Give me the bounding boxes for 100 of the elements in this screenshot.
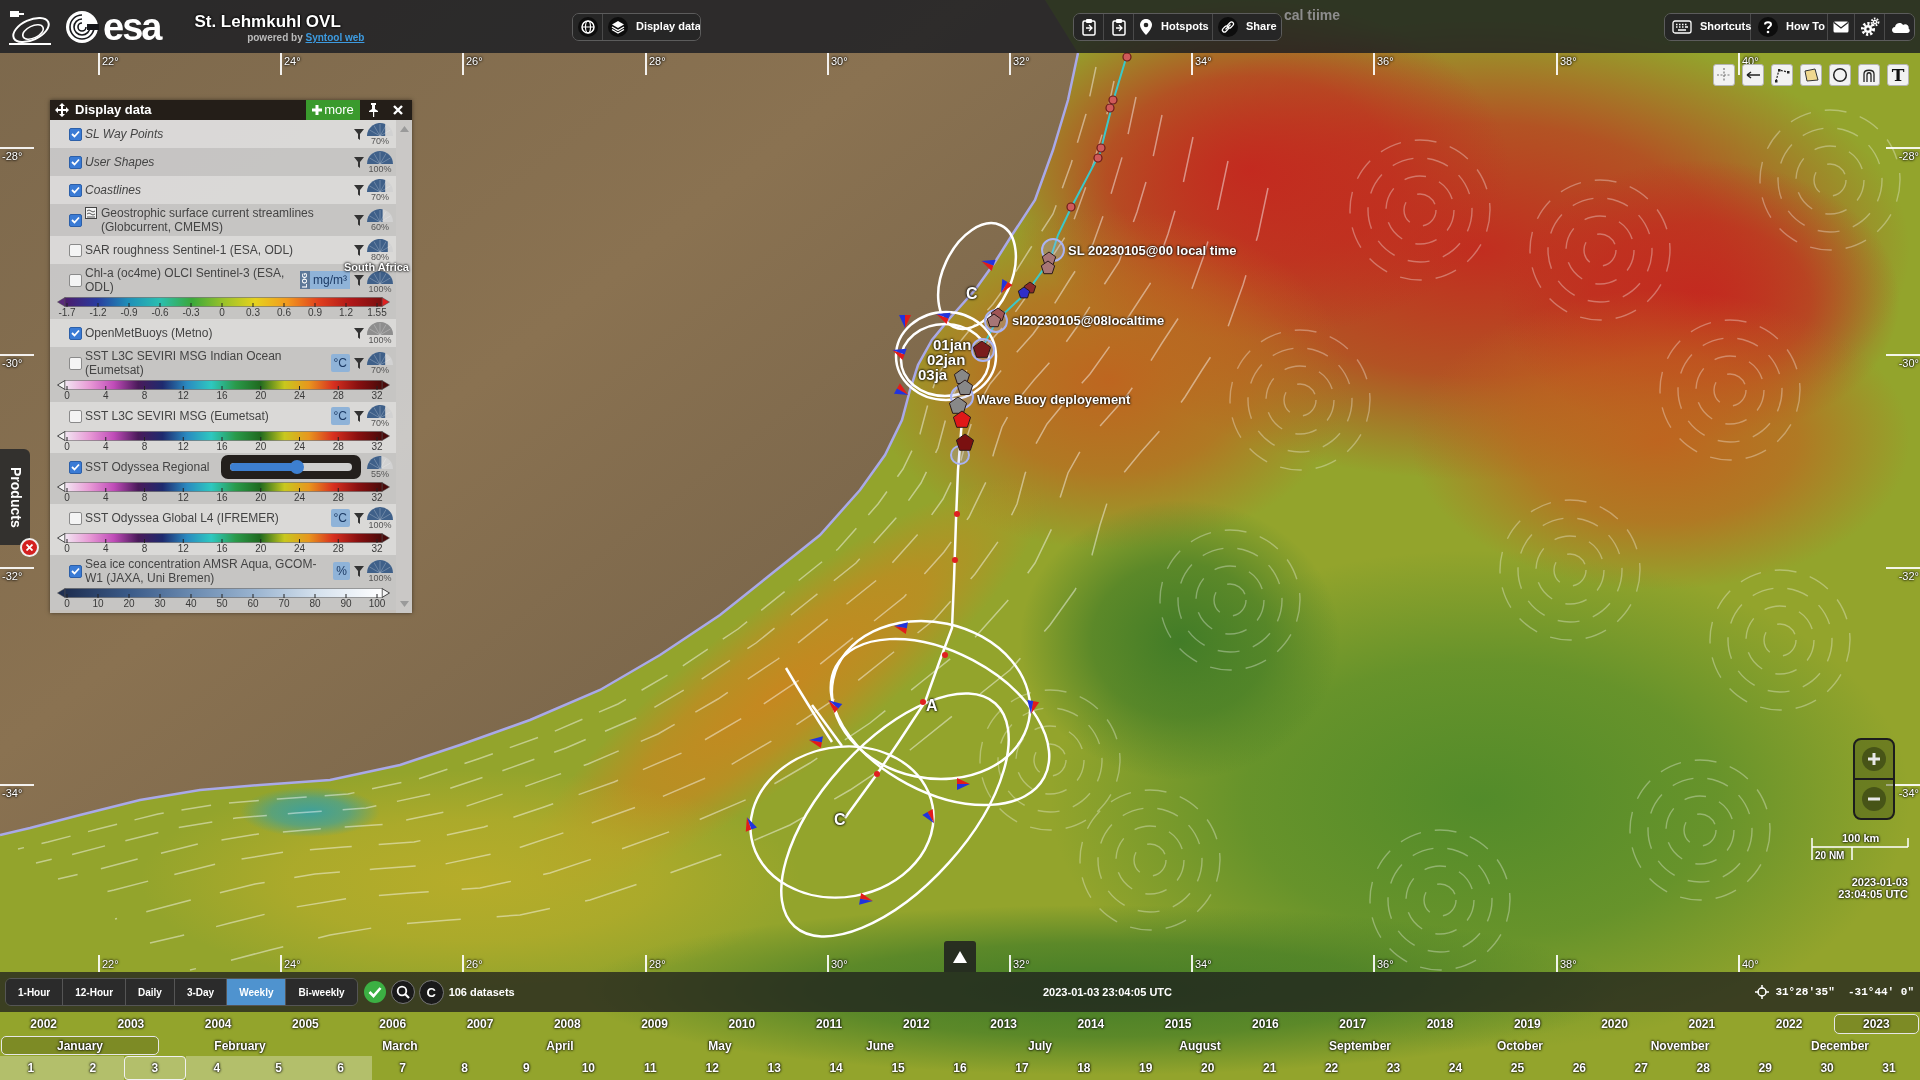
day-option[interactable]: 19 [1114,1056,1177,1080]
unit-button[interactable]: % [333,562,350,580]
layer-checkbox[interactable] [69,127,82,141]
year-option[interactable]: 2022 [1746,1013,1832,1034]
day-option[interactable]: 24 [1424,1056,1487,1080]
day-option[interactable]: 9 [495,1056,558,1080]
day-option[interactable]: 26 [1548,1056,1611,1080]
day-option[interactable]: 20 [1176,1056,1239,1080]
month-option[interactable]: July [961,1036,1119,1055]
day-option[interactable]: 31 [1858,1056,1920,1080]
year-option[interactable]: 2011 [786,1013,872,1034]
day-option[interactable]: 11 [619,1056,682,1080]
day-option[interactable]: 30 [1796,1056,1859,1080]
polyline-tool-button[interactable] [1771,64,1793,86]
layer-checkbox[interactable] [69,243,82,257]
unit-button[interactable]: °C [330,509,350,527]
polygon-tool-button[interactable] [1800,64,1822,86]
year-option[interactable]: 2014 [1048,1013,1134,1034]
day-option[interactable]: 23 [1362,1056,1425,1080]
import-button[interactable] [1104,13,1134,40]
mail-button[interactable] [1828,13,1855,40]
day-option[interactable]: 27 [1610,1056,1673,1080]
period-tab[interactable]: 1-Hour [6,979,64,1005]
month-option[interactable]: January [1,1036,159,1055]
year-option[interactable]: 2013 [961,1013,1047,1034]
month-option[interactable]: October [1441,1036,1599,1055]
opacity-gauge[interactable] [367,455,393,469]
day-option[interactable]: 17 [990,1056,1053,1080]
filter-icon[interactable] [354,565,364,577]
day-option[interactable]: 15 [867,1056,930,1080]
year-option[interactable]: 2020 [1571,1013,1658,1034]
year-option[interactable]: 2018 [1397,1013,1483,1034]
arch-tool-button[interactable] [1858,64,1880,86]
day-option[interactable]: 3 [123,1056,186,1080]
unit-button[interactable]: °C [330,407,350,425]
year-option[interactable]: 2016 [1222,1013,1309,1034]
line-tool-button[interactable] [1742,64,1764,86]
unit-button[interactable]: mg/m³ [310,271,350,289]
year-option[interactable]: 2002 [1,1013,87,1034]
products-tab[interactable]: Products [0,449,30,545]
filter-icon[interactable] [354,512,364,524]
filter-icon[interactable] [354,274,364,286]
filter-icon[interactable] [354,357,364,369]
filter-icon[interactable] [354,184,364,196]
day-option[interactable]: 4 [185,1056,248,1080]
layer-checkbox[interactable] [69,460,82,474]
layer-checkbox[interactable] [69,511,82,525]
period-tab[interactable]: 3-Day [174,979,228,1005]
day-option[interactable]: 16 [929,1056,991,1080]
opacity-gauge[interactable] [367,208,393,222]
month-option[interactable]: December [1761,1036,1919,1055]
day-option[interactable]: 10 [557,1056,620,1080]
year-option[interactable]: 2023 [1833,1013,1919,1034]
period-tab[interactable]: Weekly [227,979,287,1005]
year-option[interactable]: 2003 [88,1013,174,1034]
filter-icon[interactable] [354,410,364,422]
opacity-gauge[interactable] [367,122,393,136]
month-option[interactable]: September [1281,1036,1439,1055]
share-button[interactable]: Share [1213,13,1281,40]
month-option[interactable]: May [641,1036,799,1055]
hotspots-button[interactable]: Hotspots [1134,13,1213,40]
export-button[interactable] [1074,13,1104,40]
day-option[interactable]: 8 [433,1056,496,1080]
year-option[interactable]: 2015 [1135,1013,1221,1034]
month-option[interactable]: April [481,1036,639,1055]
filter-icon[interactable] [354,156,364,168]
settings-button[interactable] [1855,13,1885,40]
circle-tool-button[interactable] [1829,64,1851,86]
period-tab[interactable]: Bi-weekly [286,979,357,1005]
opacity-gauge[interactable] [367,506,393,520]
day-option[interactable]: 14 [805,1056,868,1080]
day-option[interactable]: 5 [247,1056,310,1080]
opacity-gauge[interactable] [367,559,393,573]
layer-checkbox[interactable] [69,273,82,287]
cloud-button[interactable] [1885,13,1914,40]
layer-checkbox[interactable] [69,183,82,197]
zoom-to-data-button[interactable] [390,980,415,1004]
opacity-gauge[interactable] [367,351,393,365]
day-option[interactable]: 2 [61,1056,124,1080]
day-option[interactable]: 28 [1672,1056,1735,1080]
opacity-gauge[interactable] [367,178,393,192]
month-option[interactable]: June [801,1036,959,1055]
opacity-slider-track[interactable] [230,460,352,474]
year-option[interactable]: 2019 [1484,1013,1570,1034]
year-option[interactable]: 2009 [611,1013,698,1034]
opacity-gauge[interactable] [367,238,393,252]
period-tab[interactable]: Daily [126,979,175,1005]
more-button[interactable]: more [306,100,360,120]
layer-checkbox[interactable] [69,409,82,423]
unit-button[interactable]: °C [330,354,350,372]
year-option[interactable]: 2021 [1659,1013,1745,1034]
opacity-gauge[interactable] [367,150,393,164]
slider-thumb[interactable] [290,460,305,474]
layer-checkbox[interactable] [69,564,82,578]
month-option[interactable]: November [1601,1036,1759,1055]
day-option[interactable]: 29 [1734,1056,1797,1080]
filter-icon[interactable] [354,214,364,226]
how-to-button[interactable]: How To [1751,13,1828,40]
month-option[interactable]: March [321,1036,479,1055]
layer-checkbox[interactable] [69,356,82,370]
